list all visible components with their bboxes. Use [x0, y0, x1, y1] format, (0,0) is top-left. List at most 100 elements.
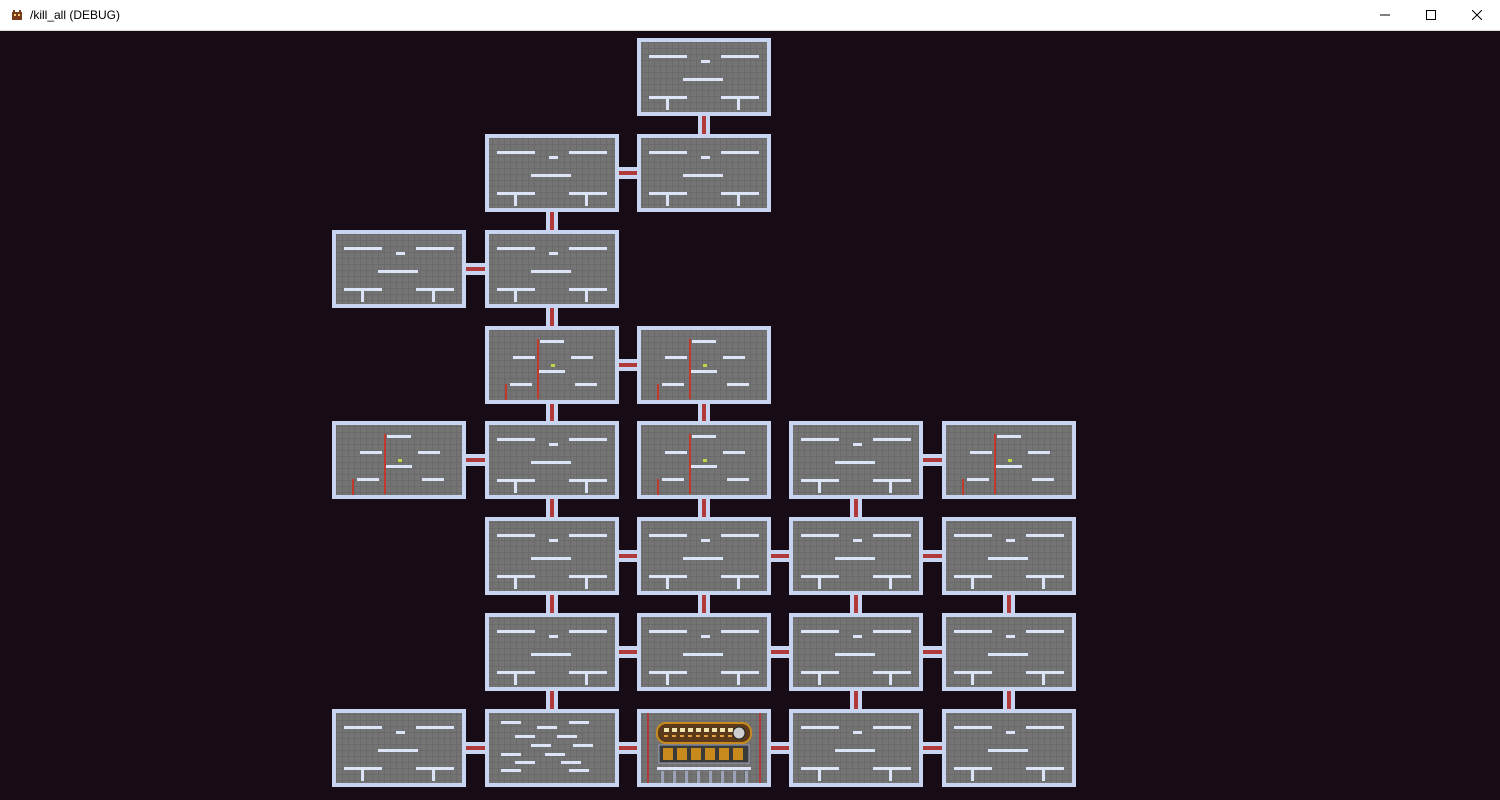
platform: [1042, 767, 1045, 781]
platform: [818, 767, 821, 781]
shop-item[interactable]: [677, 748, 687, 760]
shop-sign-glyph: [728, 735, 732, 737]
platform: [954, 534, 992, 537]
room-standard[interactable]: [485, 230, 619, 308]
platform: [996, 465, 1022, 468]
game-map-canvas[interactable]: [0, 31, 1500, 800]
door-corridor-vertical: [698, 114, 710, 136]
pickup-item[interactable]: [703, 459, 707, 462]
shop-railing: [661, 771, 664, 783]
room-standard[interactable]: [332, 709, 466, 787]
platform: [649, 630, 687, 633]
room-laser[interactable]: [637, 421, 771, 499]
room-laser[interactable]: [332, 421, 466, 499]
window-titlebar[interactable]: /kill_all (DEBUG): [0, 0, 1500, 31]
room-laser[interactable]: [942, 421, 1076, 499]
platform: [666, 671, 669, 685]
platform: [585, 575, 588, 589]
platform: [514, 192, 517, 206]
room-floor: [946, 713, 1072, 783]
door-corridor-vertical: [850, 689, 862, 711]
room-standard[interactable]: [942, 613, 1076, 691]
platform: [416, 247, 454, 250]
room-floor: [641, 138, 767, 208]
room-standard[interactable]: [789, 709, 923, 787]
platform: [514, 479, 517, 493]
door-corridor-vertical: [546, 402, 558, 423]
platform: [497, 438, 535, 441]
platform: [386, 465, 412, 468]
platform: [378, 749, 418, 752]
platform: [1026, 534, 1064, 537]
platform: [721, 55, 759, 58]
platform: [1006, 731, 1015, 734]
room-standard[interactable]: [637, 613, 771, 691]
platform: [514, 671, 517, 685]
platform: [971, 767, 974, 781]
room-scattered[interactable]: [485, 709, 619, 787]
platform: [497, 630, 535, 633]
shop-railing: [745, 771, 748, 783]
shop-item[interactable]: [733, 748, 743, 760]
pickup-item[interactable]: [398, 459, 402, 462]
laser-beam: [352, 479, 354, 495]
pickup-item[interactable]: [551, 364, 555, 367]
shop-sign-glyph: [704, 728, 709, 732]
room-standard[interactable]: [637, 517, 771, 595]
room-standard[interactable]: [637, 38, 771, 116]
platform: [344, 247, 382, 250]
shop-item[interactable]: [691, 748, 701, 760]
room-standard[interactable]: [637, 134, 771, 212]
shop-sign-glyph: [664, 735, 668, 737]
platform: [997, 435, 1021, 438]
room-floor: [793, 617, 919, 687]
platform: [737, 192, 740, 206]
room-floor: [489, 425, 615, 495]
platform: [701, 635, 710, 638]
platform: [514, 288, 517, 302]
room-laser[interactable]: [637, 326, 771, 404]
shop-sign-glyph: [704, 735, 708, 737]
room-standard[interactable]: [332, 230, 466, 308]
platform: [683, 653, 723, 656]
pickup-item[interactable]: [1008, 459, 1012, 462]
platform: [569, 534, 607, 537]
laser-beam: [689, 434, 691, 494]
platform: [853, 635, 862, 638]
room-standard[interactable]: [942, 709, 1076, 787]
shop-item[interactable]: [719, 748, 729, 760]
room-shop[interactable]: [637, 709, 771, 787]
platform: [575, 383, 597, 386]
shop-pillar: [759, 713, 761, 783]
platform: [988, 557, 1028, 560]
platform: [683, 557, 723, 560]
platform: [835, 653, 875, 656]
close-icon: [1472, 10, 1482, 20]
shop-item[interactable]: [705, 748, 715, 760]
room-standard[interactable]: [485, 134, 619, 212]
door-corridor-vertical: [698, 402, 710, 423]
platform: [360, 451, 382, 454]
platform: [649, 534, 687, 537]
room-laser[interactable]: [485, 326, 619, 404]
platform: [801, 630, 839, 633]
room-standard[interactable]: [942, 517, 1076, 595]
room-standard[interactable]: [485, 421, 619, 499]
shop-railing: [673, 771, 676, 783]
room-standard[interactable]: [485, 517, 619, 595]
door-corridor-horizontal: [617, 359, 639, 371]
room-standard[interactable]: [789, 517, 923, 595]
pickup-item[interactable]: [703, 364, 707, 367]
shop-item[interactable]: [663, 748, 673, 760]
platform: [701, 60, 710, 63]
room-standard[interactable]: [789, 613, 923, 691]
door-corridor-vertical: [850, 497, 862, 519]
room-standard[interactable]: [789, 421, 923, 499]
minimize-button[interactable]: [1362, 0, 1408, 30]
room-standard[interactable]: [485, 613, 619, 691]
platform: [514, 575, 517, 589]
close-button[interactable]: [1454, 0, 1500, 30]
platform: [701, 539, 710, 542]
room-floor: [489, 521, 615, 591]
maximize-button[interactable]: [1408, 0, 1454, 30]
